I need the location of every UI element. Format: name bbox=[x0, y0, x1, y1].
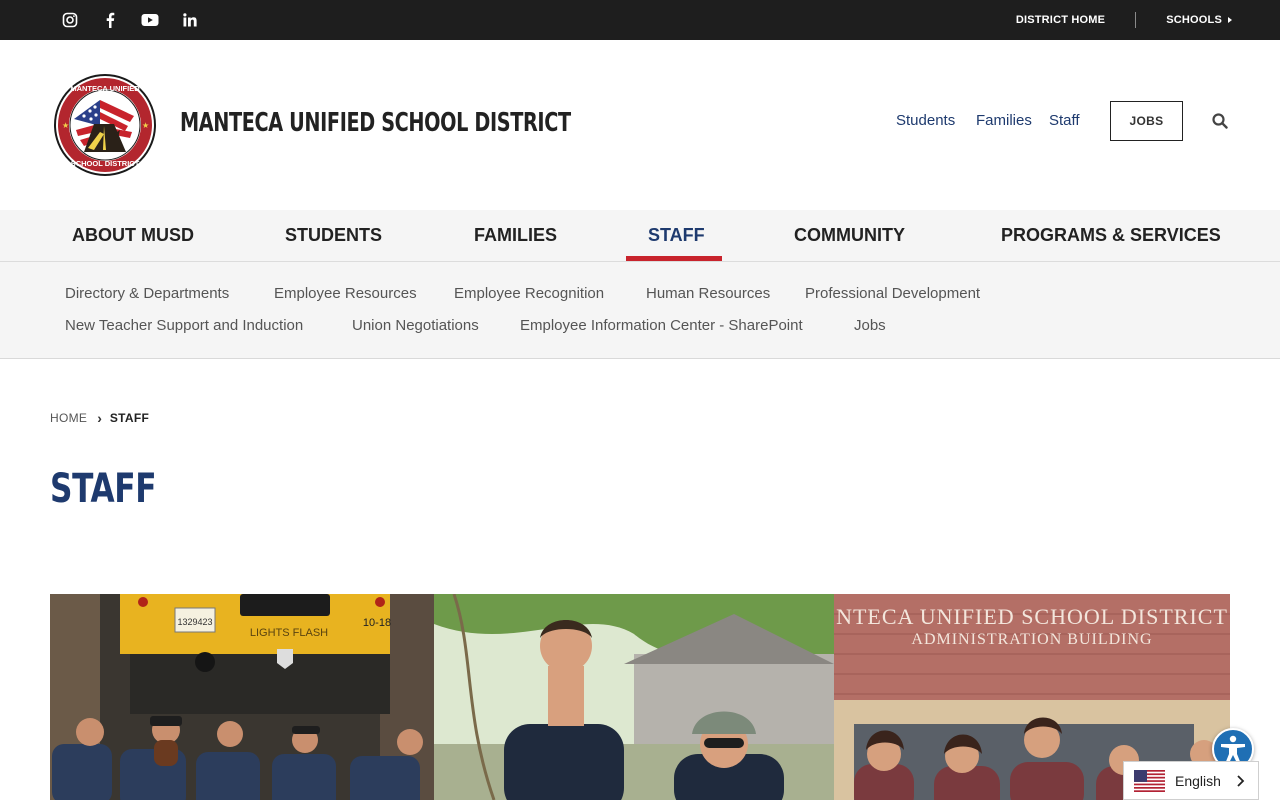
subnav-new-teacher-support[interactable]: New Teacher Support and Induction bbox=[65, 317, 303, 334]
page-title: STAFF bbox=[50, 466, 157, 512]
nav-staff[interactable]: STAFF bbox=[648, 210, 705, 261]
linkedin-icon[interactable] bbox=[180, 10, 200, 30]
chevron-right-icon: › bbox=[97, 410, 102, 426]
subnav-employee-information-center[interactable]: Employee Information Center - SharePoint bbox=[520, 317, 803, 334]
chevron-right-icon bbox=[1237, 774, 1245, 787]
nav-families[interactable]: FAMILIES bbox=[474, 210, 557, 261]
photo-outdoor-staff bbox=[434, 594, 834, 800]
bus-plate-text: 1329423 bbox=[177, 617, 212, 627]
subnav-union-negotiations[interactable]: Union Negotiations bbox=[352, 317, 479, 334]
subnav-professional-development[interactable]: Professional Development bbox=[805, 285, 980, 302]
nav-about-musd[interactable]: ABOUT MUSD bbox=[72, 210, 194, 261]
breadcrumb: HOME › STAFF bbox=[50, 410, 149, 426]
breadcrumb-home-link[interactable]: HOME bbox=[50, 411, 87, 425]
subnav-employee-resources[interactable]: Employee Resources bbox=[274, 285, 417, 302]
jobs-button[interactable]: JOBS bbox=[1110, 101, 1183, 141]
divider bbox=[1135, 12, 1137, 28]
language-label: English bbox=[1175, 772, 1221, 789]
schools-dropdown[interactable]: SCHOOLS bbox=[1166, 14, 1232, 26]
svg-text:★: ★ bbox=[142, 121, 149, 130]
active-nav-indicator bbox=[626, 256, 722, 261]
staff-photo-banner: 1329423 LIGHTS FLASH 10-18 NTECA UNIFIED… bbox=[50, 594, 1230, 800]
nav-students[interactable]: STUDENTS bbox=[285, 210, 382, 261]
audience-link-families[interactable]: Families bbox=[976, 112, 1032, 129]
svg-text:★: ★ bbox=[62, 121, 69, 130]
schools-label: SCHOOLS bbox=[1166, 14, 1222, 26]
subnav-directory-departments[interactable]: Directory & Departments bbox=[65, 285, 229, 302]
us-flag-icon bbox=[1134, 769, 1165, 792]
logo-text-top: MANTECA UNIFIED bbox=[70, 84, 140, 93]
facebook-icon[interactable] bbox=[100, 10, 120, 30]
logo-text-bottom: SCHOOL DISTRICT bbox=[71, 159, 140, 168]
search-icon[interactable] bbox=[1211, 112, 1229, 130]
youtube-icon[interactable] bbox=[140, 10, 160, 30]
social-links bbox=[60, 10, 200, 30]
bus-sign-text: LIGHTS FLASH bbox=[250, 627, 328, 639]
site-title[interactable]: MANTECA UNIFIED SCHOOL DISTRICT bbox=[180, 108, 571, 138]
caret-right-icon bbox=[1228, 17, 1232, 24]
main-navigation: ABOUT MUSD STUDENTS FAMILIES STAFF COMMU… bbox=[0, 210, 1280, 262]
site-header: MANTECA UNIFIED SCHOOL DISTRICT ★ ★ MANT… bbox=[0, 40, 1280, 210]
audience-link-students[interactable]: Students bbox=[896, 112, 955, 129]
nav-programs-services[interactable]: PROGRAMS & SERVICES bbox=[1001, 210, 1221, 261]
nav-community[interactable]: COMMUNITY bbox=[794, 210, 905, 261]
subnav-human-resources[interactable]: Human Resources bbox=[646, 285, 770, 302]
breadcrumb-current: STAFF bbox=[109, 411, 150, 425]
photo-bus-crew: 1329423 LIGHTS FLASH 10-18 bbox=[50, 594, 434, 800]
bus-number-text: 10-18 bbox=[363, 617, 391, 629]
district-logo[interactable]: MANTECA UNIFIED SCHOOL DISTRICT ★ ★ bbox=[54, 74, 156, 176]
utility-bar: DISTRICT HOME SCHOOLS bbox=[0, 0, 1280, 40]
utility-links: DISTRICT HOME SCHOOLS bbox=[1016, 0, 1232, 40]
instagram-icon[interactable] bbox=[60, 10, 80, 30]
building-sign-line-1: NTECA UNIFIED SCHOOL DISTRICT bbox=[836, 604, 1228, 629]
building-sign-line-2: ADMINISTRATION BUILDING bbox=[911, 631, 1153, 648]
sub-navigation: Directory & Departments Employee Resourc… bbox=[0, 262, 1280, 359]
subnav-jobs[interactable]: Jobs bbox=[854, 317, 886, 334]
language-selector[interactable]: English bbox=[1123, 761, 1259, 800]
audience-link-staff[interactable]: Staff bbox=[1049, 112, 1080, 129]
subnav-employee-recognition[interactable]: Employee Recognition bbox=[454, 285, 604, 302]
district-home-link[interactable]: DISTRICT HOME bbox=[1016, 14, 1105, 26]
